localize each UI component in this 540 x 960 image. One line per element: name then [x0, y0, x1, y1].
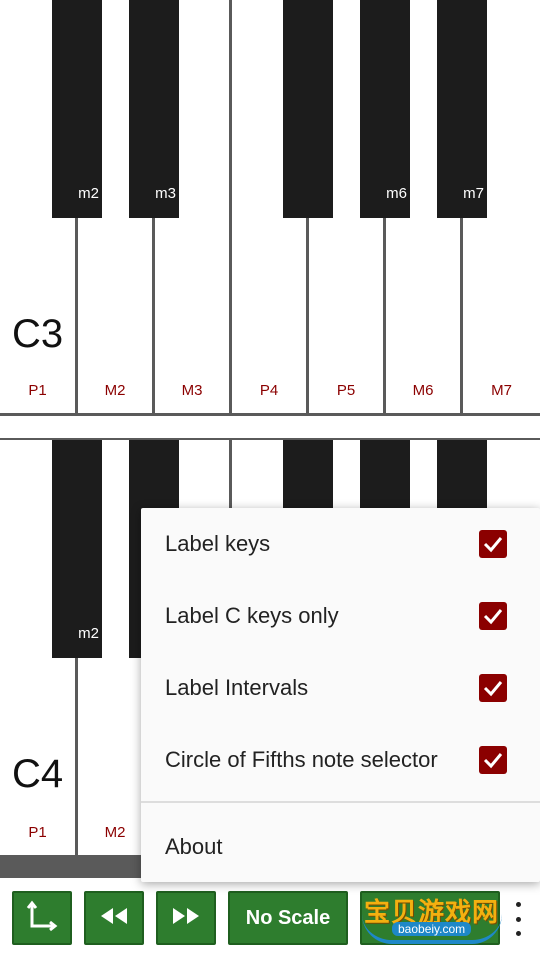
interval-label: m2 [78, 625, 99, 642]
menu-item-label-keys[interactable]: Label keys [141, 508, 540, 580]
black-key-d-sharp[interactable]: m3 [129, 0, 179, 218]
octave-label: C4 [12, 752, 64, 796]
keyboard-divider [0, 416, 540, 438]
interval-label: M6 [412, 382, 434, 399]
menu-item-label-c-keys-only[interactable]: Label C keys only [141, 580, 540, 652]
checkbox-checked[interactable] [479, 674, 507, 702]
menu-item-circle-of-fifths[interactable]: Circle of Fifths note selector [141, 724, 540, 796]
menu-item-label: Circle of Fifths note selector [165, 747, 438, 772]
black-key-c-sharp[interactable]: m2 [52, 440, 102, 658]
interval-label: P5 [336, 382, 356, 399]
interval-label: P1 [28, 382, 47, 399]
bottom-toolbar: No Scale [0, 878, 540, 960]
interval-label: M7 [491, 382, 512, 399]
black-key-g-sharp[interactable]: m6 [360, 0, 410, 218]
check-icon [483, 681, 503, 697]
checkbox-checked[interactable] [479, 602, 507, 630]
black-key-f-sharp[interactable] [283, 0, 333, 218]
checkbox-checked[interactable] [479, 530, 507, 558]
rewind-icon [99, 906, 129, 931]
interval-label: P4 [259, 382, 279, 399]
previous-octave-button[interactable] [84, 891, 144, 945]
check-icon [483, 753, 503, 769]
interval-label: m3 [155, 185, 176, 202]
black-key-c-sharp[interactable]: m2 [52, 0, 102, 218]
scale-label: No Scale [245, 906, 331, 929]
more-vert-icon[interactable] [508, 902, 528, 936]
keyboard-octave-c3: C3 P1 M2 M3 P4 P5 M6 M7 m2 m3 m6 m7 [0, 0, 540, 416]
menu-item-label: Label C keys only [165, 603, 339, 628]
toolbar-extra-button[interactable] [360, 891, 500, 945]
interval-label: m6 [386, 185, 407, 202]
options-menu: Label keys Label C keys only Label Inter… [141, 508, 540, 882]
fast-forward-icon [171, 906, 201, 931]
axis-icon [26, 900, 58, 937]
check-icon [483, 537, 503, 553]
axis-button[interactable] [12, 891, 72, 945]
next-octave-button[interactable] [156, 891, 216, 945]
menu-item-label: About [165, 834, 223, 859]
checkbox-checked[interactable] [479, 746, 507, 774]
octave-label: C3 [12, 312, 64, 356]
interval-label: m2 [78, 185, 99, 202]
black-key-a-sharp[interactable]: m7 [437, 0, 487, 218]
interval-label: M2 [104, 382, 126, 399]
interval-label: m7 [463, 185, 484, 202]
interval-label: M3 [181, 382, 203, 399]
interval-label: P1 [28, 824, 47, 841]
check-icon [483, 609, 503, 625]
menu-divider [141, 801, 540, 803]
menu-item-about[interactable]: About [141, 811, 540, 883]
menu-item-label: Label keys [165, 531, 271, 556]
menu-item-label: Label Intervals [165, 675, 309, 700]
menu-item-label-intervals[interactable]: Label Intervals [141, 652, 540, 724]
scale-selector-button[interactable]: No Scale [228, 891, 348, 945]
